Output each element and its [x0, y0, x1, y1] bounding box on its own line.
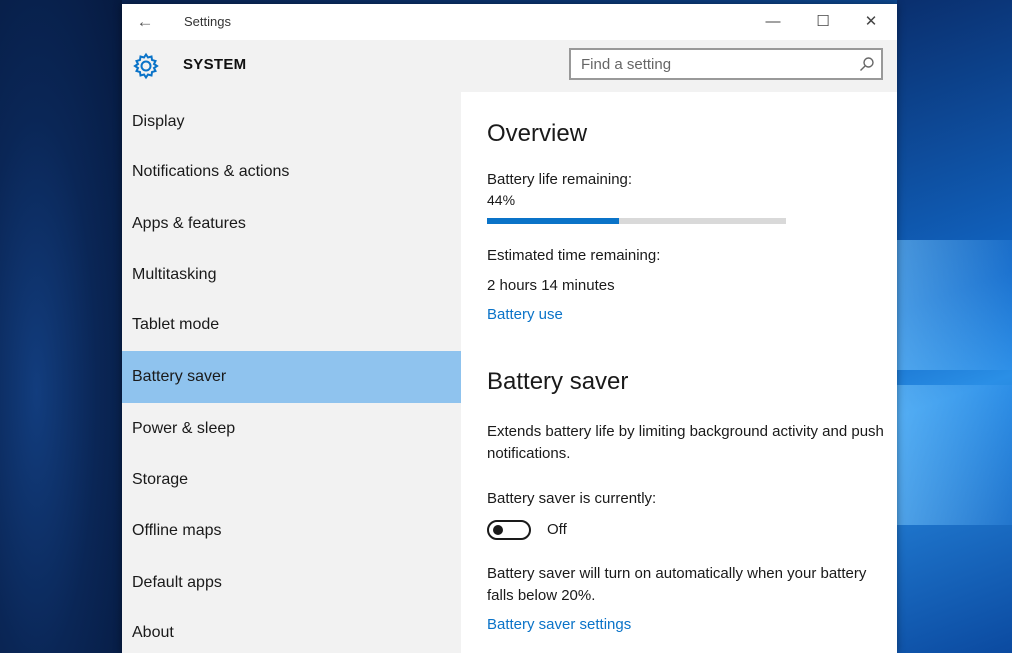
estimated-time-value: 2 hours 14 minutes: [487, 277, 615, 294]
estimated-time-label: Estimated time remaining:: [487, 247, 661, 264]
section-title: SYSTEM: [183, 56, 247, 73]
sidebar-item-default-apps[interactable]: Default apps: [122, 557, 461, 609]
battery-use-link[interactable]: Battery use: [487, 306, 563, 323]
search-input[interactable]: [571, 50, 851, 78]
battery-saver-toggle[interactable]: [487, 520, 531, 540]
sidebar-item-display[interactable]: Display: [122, 96, 461, 148]
settings-header: SYSTEM: [122, 40, 897, 92]
back-button[interactable]: ←: [130, 10, 160, 34]
maximize-button[interactable]: ☐: [800, 8, 846, 36]
sidebar-item-about[interactable]: About: [122, 607, 461, 653]
content-pane: Overview Battery life remaining: 44% Est…: [461, 92, 897, 653]
sidebar-item-multitasking[interactable]: Multitasking: [122, 249, 461, 301]
sidebar-item-power-sleep[interactable]: Power & sleep: [122, 403, 461, 455]
sidebar-item-tablet-mode[interactable]: Tablet mode: [122, 299, 461, 351]
battery-saver-auto-text: Battery saver will turn on automatically…: [487, 565, 867, 604]
sidebar-item-offline-maps[interactable]: Offline maps: [122, 505, 461, 557]
search-box[interactable]: [569, 48, 883, 80]
desktop-left-area: [0, 0, 122, 653]
battery-percent: 44%: [487, 192, 516, 208]
battery-saver-heading: Battery saver: [487, 368, 629, 395]
sidebar-item-storage[interactable]: Storage: [122, 454, 461, 506]
close-button[interactable]: ✕: [848, 8, 894, 36]
window-title: Settings: [184, 14, 231, 29]
title-bar: ← Settings — ☐ ✕: [122, 4, 897, 40]
desktop-window-logo-pane: [897, 240, 1012, 370]
sidebar-item-battery-saver[interactable]: Battery saver: [122, 351, 461, 403]
settings-window: ← Settings — ☐ ✕ SYSTEM Find a setting D…: [122, 4, 897, 653]
minimize-button[interactable]: —: [750, 8, 796, 36]
sidebar-nav: Display Notifications & actions Apps & f…: [122, 92, 461, 653]
search-icon[interactable]: [859, 56, 875, 72]
toggle-knob: [493, 525, 503, 535]
battery-saver-toggle-state: Off: [547, 521, 567, 538]
desktop-background: ← Settings — ☐ ✕ SYSTEM Find a setting D…: [0, 0, 1012, 653]
battery-saver-description: Extends battery life by limiting backgro…: [487, 423, 884, 462]
battery-saver-status-label: Battery saver is currently:: [487, 490, 657, 507]
battery-progress-fill: [487, 218, 619, 224]
sidebar-item-apps-features[interactable]: Apps & features: [122, 198, 461, 250]
back-arrow-icon: ←: [136, 12, 154, 31]
battery-saver-settings-link[interactable]: Battery saver settings: [487, 616, 631, 633]
gear-icon: [133, 52, 159, 80]
overview-heading: Overview: [487, 120, 588, 147]
desktop-window-logo-pane: [897, 385, 1012, 525]
battery-life-label: Battery life remaining:: [487, 171, 633, 188]
battery-progress-bar: [487, 218, 786, 224]
sidebar-item-notifications-actions[interactable]: Notifications & actions: [122, 146, 461, 198]
